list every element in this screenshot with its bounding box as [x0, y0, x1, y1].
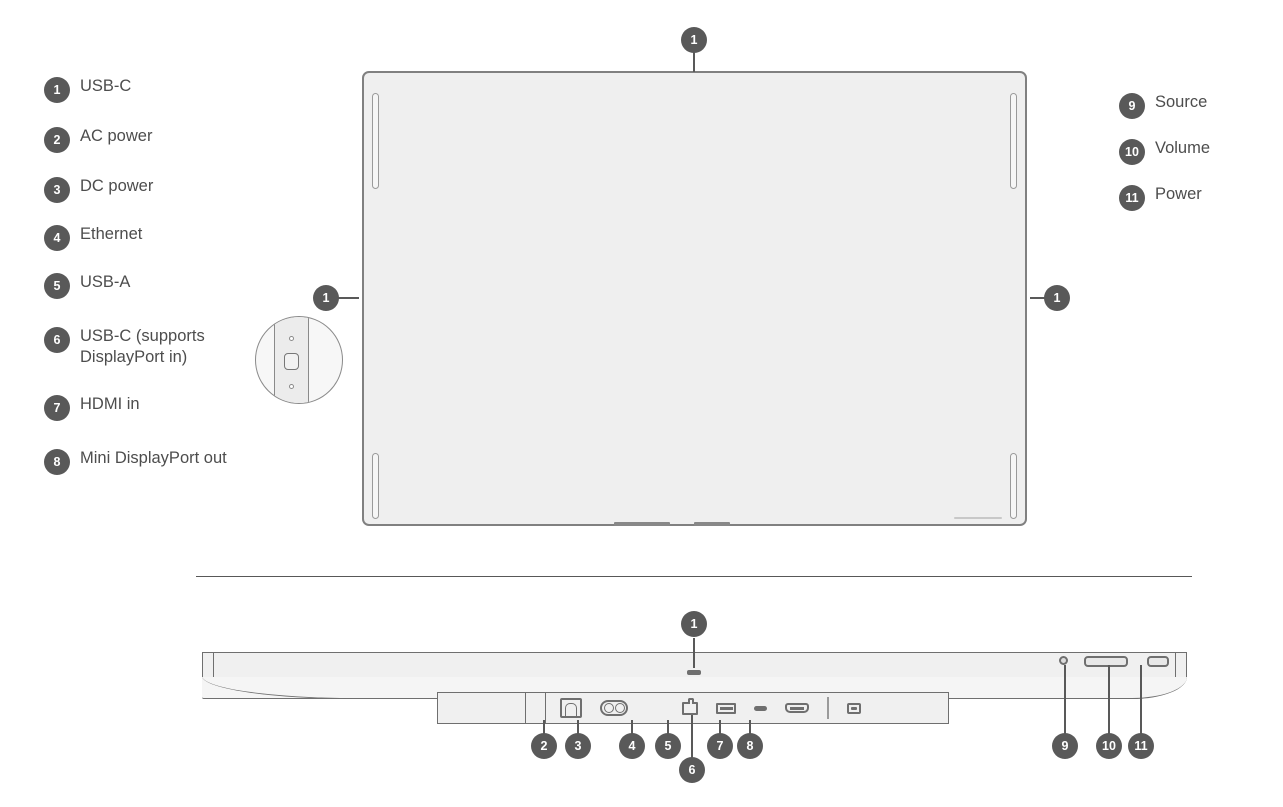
- leader-line-volume: [1108, 665, 1110, 738]
- section-divider: [196, 576, 1192, 577]
- magnifier-edge-line-left: [274, 317, 275, 403]
- legend-badge-4: 4: [44, 225, 70, 251]
- legend-item-ac-power: 2 AC power: [44, 126, 152, 153]
- legend-badge-5: 5: [44, 273, 70, 299]
- edge-usb-c-port-icon: [687, 670, 701, 675]
- magnifier-screw-hole-bottom: [289, 384, 294, 389]
- legend-badge-8: 8: [44, 449, 70, 475]
- leader-line-source: [1064, 665, 1066, 738]
- legend-item-source: 9 Source: [1119, 92, 1207, 119]
- port-separator-line: [827, 697, 829, 719]
- legend-item-usb-c: 1 USB-C: [44, 76, 131, 103]
- speaker-grille-left-top: [372, 93, 379, 189]
- legend-item-usb-c-dp: 6 USB-C (supports DisplayPort in): [44, 326, 205, 368]
- callout-badge-power: 11: [1128, 733, 1154, 759]
- legend-item-ethernet: 4 Ethernet: [44, 224, 142, 251]
- callout-badge-dc-power: 3: [565, 733, 591, 759]
- magnifier-screw-hole-top: [289, 336, 294, 341]
- leader-line-power: [1140, 665, 1142, 738]
- magnifier-edge-line-right: [308, 317, 309, 403]
- speaker-grille-left-bottom: [372, 453, 379, 519]
- legend-label-hdmi-in: HDMI in: [80, 395, 140, 413]
- callout-badge-usb-a: 5: [655, 733, 681, 759]
- magnified-usb-c-port-inset: [255, 316, 343, 404]
- usb-c-dp-port-icon: [754, 705, 767, 711]
- callout-badge-volume: 10: [1096, 733, 1122, 759]
- usb-a-port-icon: [716, 702, 736, 714]
- edge-cap-left: [202, 652, 214, 678]
- legend-label-usb-c-dp: USB-C (supports DisplayPort in): [80, 327, 205, 366]
- legend-badge-6: 6: [44, 327, 70, 353]
- callout-badge-rear-left: 1: [313, 285, 339, 311]
- edge-cap-right: [1175, 652, 1187, 678]
- legend-label-ac-power: AC power: [80, 127, 153, 145]
- speaker-grille-right-bottom: [1010, 453, 1017, 519]
- legend-label-usb-c: USB-C: [80, 77, 132, 95]
- monitor-rear-view: [362, 71, 1027, 526]
- callout-badge-usb-c: 6: [679, 757, 705, 783]
- legend-badge-11: 11: [1119, 185, 1145, 211]
- callout-badge-rear-right: 1: [1044, 285, 1070, 311]
- legend-badge-1: 1: [44, 77, 70, 103]
- leader-line-edge-top: [693, 638, 695, 668]
- legend-label-power: Power: [1155, 185, 1202, 203]
- callout-badge-ethernet: 4: [619, 733, 645, 759]
- usb-c-port-icon: [284, 353, 299, 370]
- legend-item-usb-a: 5 USB-A: [44, 272, 130, 299]
- callout-badge-source: 9: [1052, 733, 1078, 759]
- legend-label-mini-displayport-out: Mini DisplayPort out: [80, 449, 227, 467]
- callout-badge-mini-displayport: 8: [737, 733, 763, 759]
- stand-foot-left: [614, 522, 670, 526]
- legend-badge-3: 3: [44, 177, 70, 203]
- power-button-icon[interactable]: [1147, 656, 1169, 667]
- ports-group-data: [682, 693, 861, 723]
- source-button-icon[interactable]: [1059, 656, 1068, 665]
- speaker-grille-right-top: [1010, 93, 1017, 189]
- legend-item-mini-displayport-out: 8 Mini DisplayPort out: [44, 448, 227, 475]
- port-strip: [437, 692, 949, 724]
- legend-badge-2: 2: [44, 127, 70, 153]
- ethernet-port-icon: [682, 697, 698, 715]
- hdmi-port-icon: [785, 703, 809, 713]
- legend-badge-7: 7: [44, 395, 70, 421]
- legend-item-volume: 10 Volume: [1119, 138, 1210, 165]
- legend-label-source: Source: [1155, 93, 1208, 111]
- legend-label-usb-a: USB-A: [80, 273, 131, 291]
- legend-label-ethernet: Ethernet: [80, 225, 143, 243]
- legend-badge-9: 9: [1119, 93, 1145, 119]
- leader-line-usbc: [691, 715, 693, 760]
- volume-rocker-icon[interactable]: [1084, 656, 1128, 667]
- callout-badge-rear-top: 1: [681, 27, 707, 53]
- panel-detail-line: [954, 517, 1002, 519]
- legend-item-hdmi-in: 7 HDMI in: [44, 394, 140, 421]
- callout-badge-edge-top: 1: [681, 611, 707, 637]
- legend-item-power: 11 Power: [1119, 184, 1202, 211]
- stand-foot-right: [694, 522, 730, 526]
- callout-badge-ac-power: 2: [531, 733, 557, 759]
- legend-item-dc-power: 3 DC power: [44, 176, 153, 203]
- port-bay-empty-left: [438, 693, 526, 723]
- mini-displayport-icon: [847, 702, 861, 714]
- port-bay-divider: [526, 693, 546, 723]
- legend-label-dc-power: DC power: [80, 177, 154, 195]
- diagram-canvas: 1 USB-C 2 AC power 3 DC power 4 Ethernet…: [0, 0, 1283, 807]
- legend-label-volume: Volume: [1155, 139, 1211, 157]
- callout-badge-hdmi: 7: [707, 733, 733, 759]
- legend-badge-10: 10: [1119, 139, 1145, 165]
